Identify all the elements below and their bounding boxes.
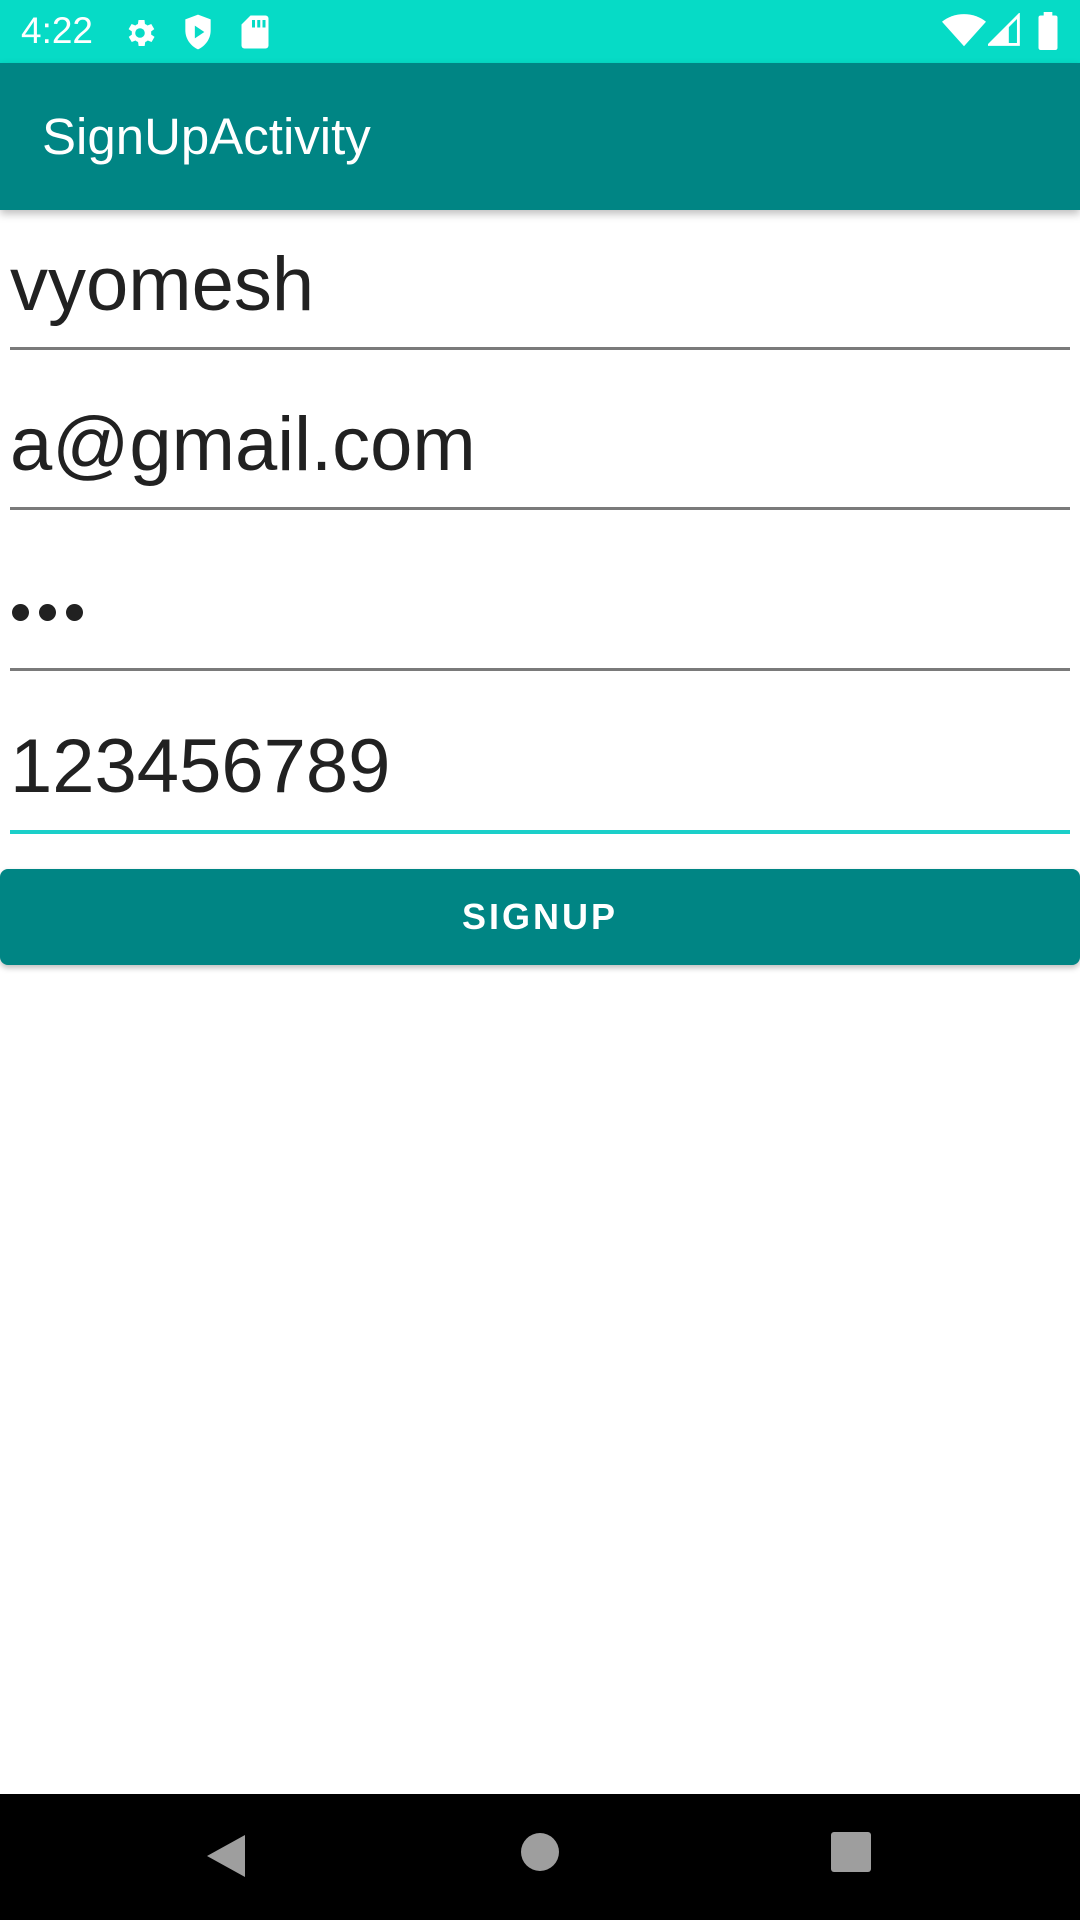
wifi-icon [942,14,986,47]
recents-icon[interactable] [831,1832,871,1872]
back-icon[interactable] [205,1833,247,1879]
signup-screen: 4:22 SignUpActivity vyomesh a@gmail.com … [0,0,1080,1920]
battery-icon [1038,12,1058,50]
gear-icon [128,19,155,47]
password-field[interactable] [10,560,1070,672]
status-bar: 4:22 [0,0,1080,63]
password-underline [10,668,1070,671]
page-title: SignUpActivity [42,108,371,165]
app-bar: SignUpActivity [0,63,1080,210]
email-underline [10,507,1070,510]
password-dot [12,604,29,621]
username-field[interactable]: vyomesh [10,240,1070,352]
email-value: a@gmail.com [10,402,476,487]
password-dot [39,604,56,621]
password-dot [66,604,83,621]
username-value: vyomesh [10,242,315,327]
play-protect-icon [185,14,211,50]
home-icon[interactable] [520,1832,560,1872]
username-underline [10,347,1070,350]
phone-underline-focused [10,830,1070,834]
email-field[interactable]: a@gmail.com [10,400,1070,512]
phone-value: 123456789 [10,724,391,809]
signal-icon [988,13,1020,46]
navigation-bar [0,1794,1080,1920]
signup-button[interactable]: SIGNUP [0,869,1080,965]
phone-field[interactable]: 123456789 [10,722,1070,837]
sd-card-icon [241,15,269,49]
status-time: 4:22 [21,10,94,51]
password-mask [12,604,93,626]
